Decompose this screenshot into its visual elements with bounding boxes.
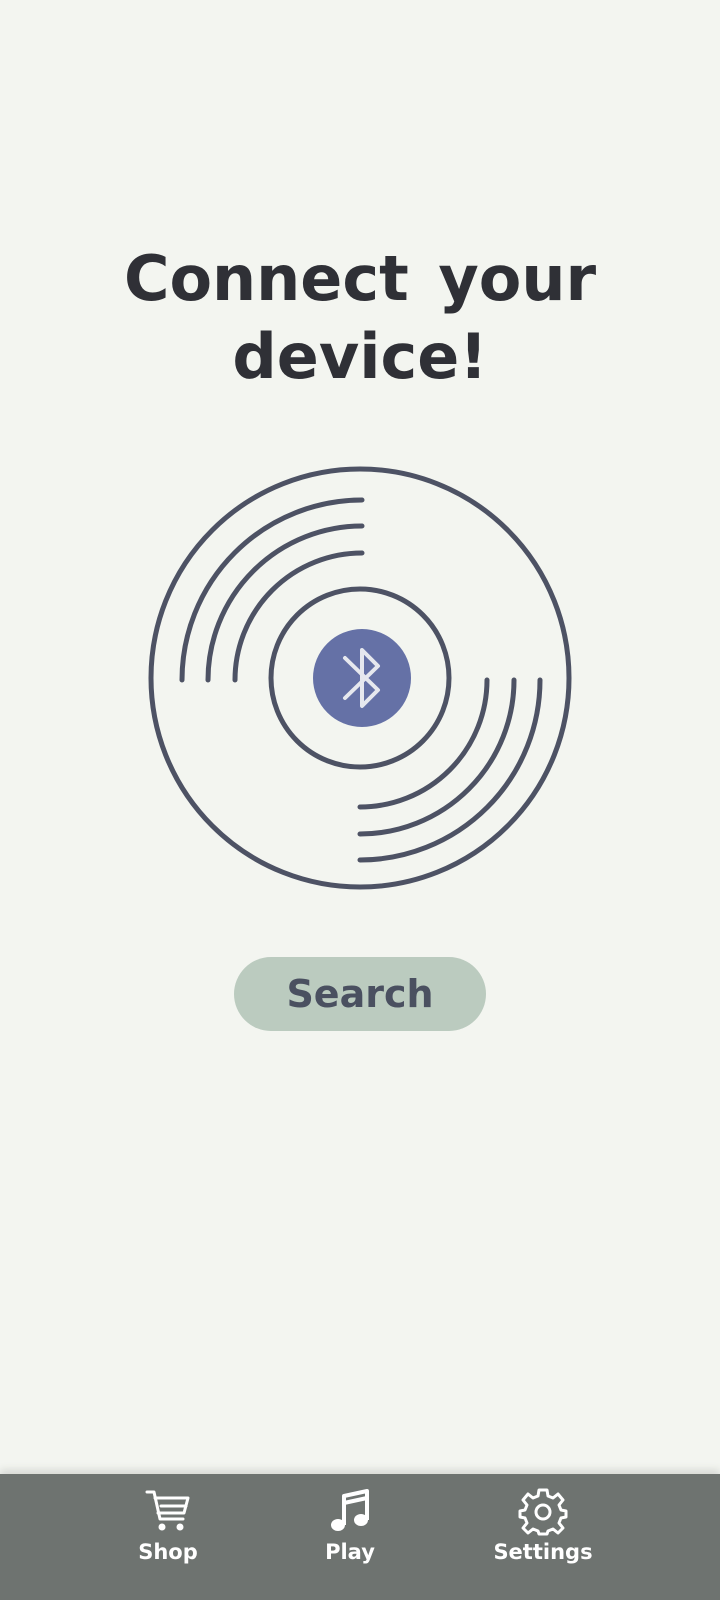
- nav-label-play: Play: [325, 1540, 375, 1564]
- music-note-icon: [331, 1489, 369, 1531]
- nav-label-shop: Shop: [138, 1540, 198, 1564]
- title-line-2: device!: [232, 320, 488, 393]
- nav-item-play[interactable]: Play: [280, 1482, 420, 1592]
- title-line-1: Connect your: [123, 242, 597, 315]
- cart-icon: [145, 1490, 190, 1531]
- page-title: Connect your device!: [0, 240, 720, 396]
- nav-label-settings: Settings: [493, 1540, 593, 1564]
- gear-icon: [518, 1488, 568, 1536]
- vinyl-disc-illustration: [148, 466, 572, 890]
- nav-item-shop[interactable]: Shop: [98, 1482, 238, 1592]
- bottom-navigation: Shop Play Settings: [0, 1474, 720, 1600]
- nav-item-settings[interactable]: Settings: [473, 1482, 613, 1592]
- search-button[interactable]: Search: [234, 957, 486, 1031]
